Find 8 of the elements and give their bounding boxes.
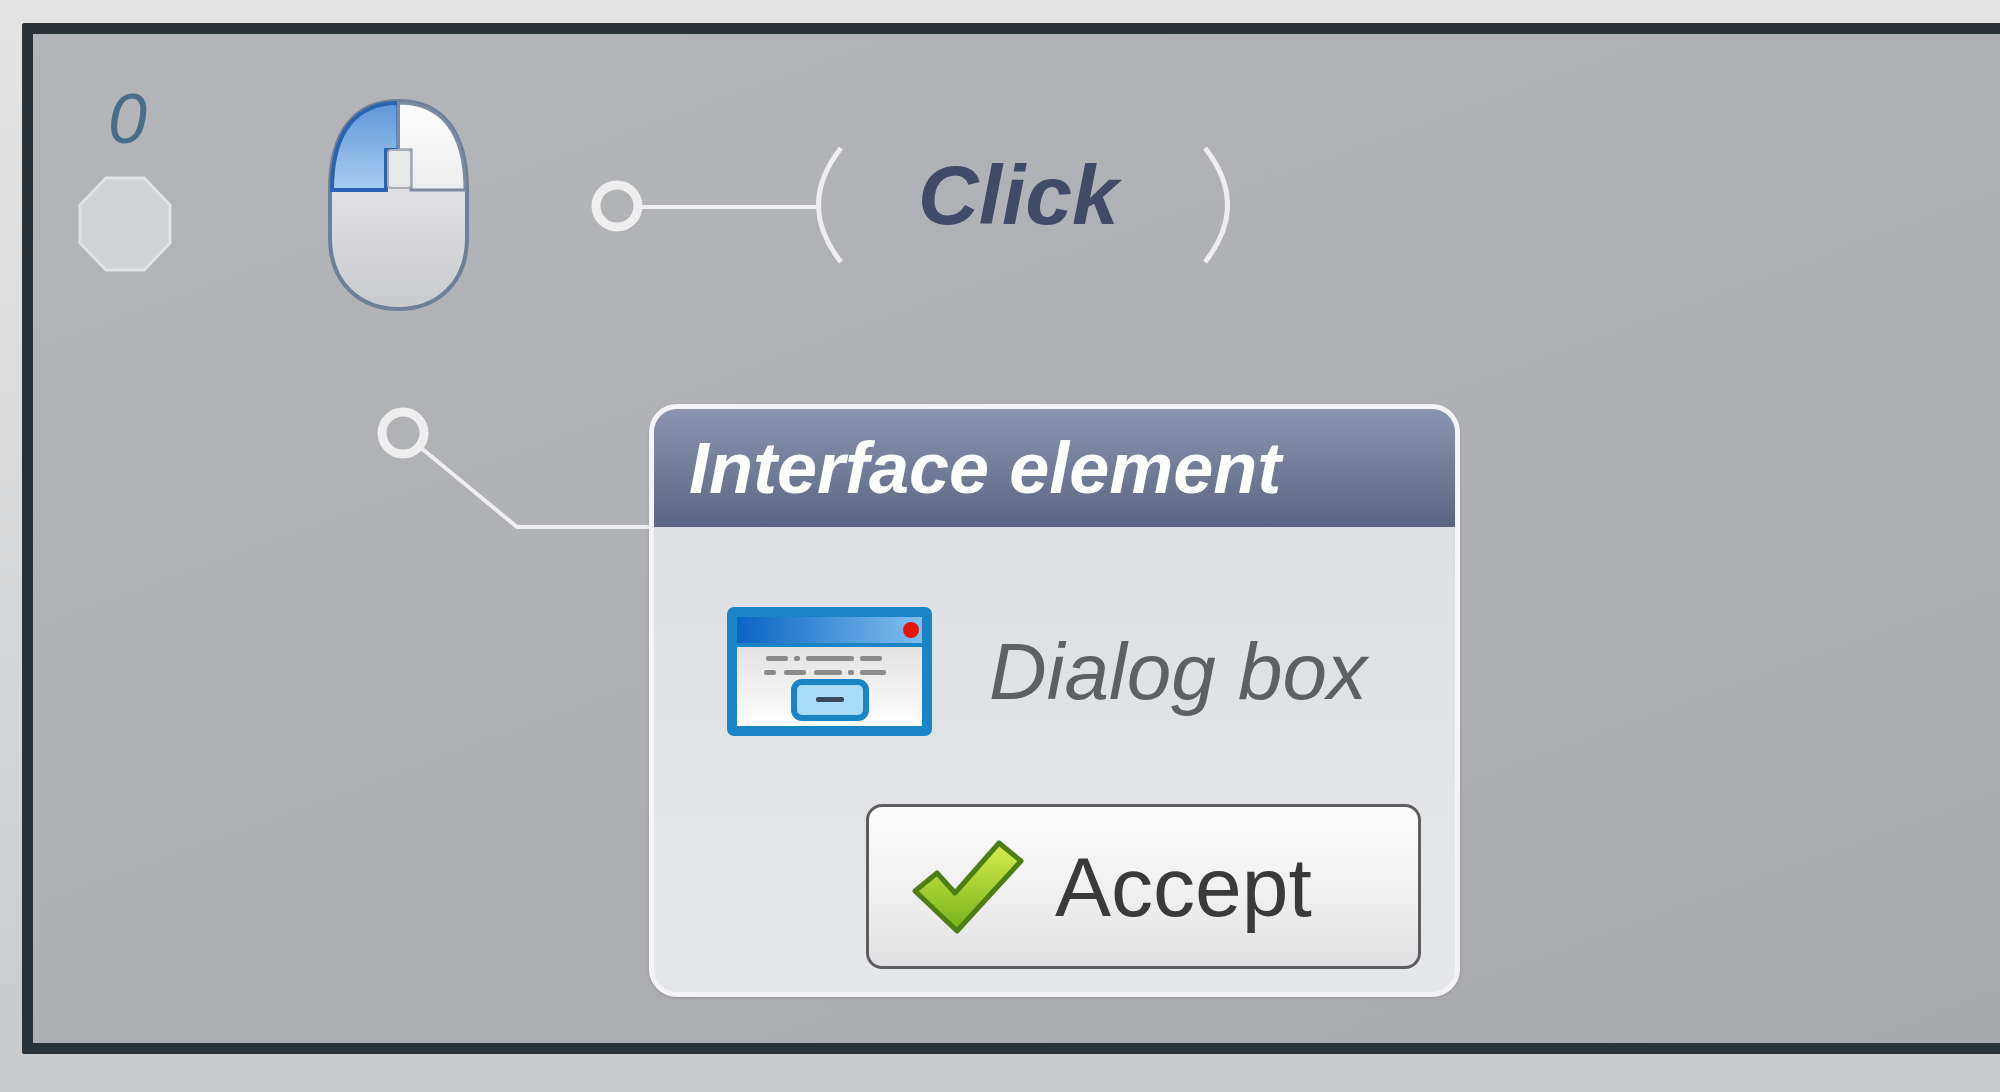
step-number: 0 [108,84,147,154]
bracket-icon [1202,145,1230,265]
bracket-icon [816,145,843,265]
octagon-icon [78,176,172,272]
card-title: Interface element [689,432,1282,504]
check-icon [911,838,1025,935]
accept-button[interactable]: Accept [866,804,1421,969]
dialog-window-icon [724,604,935,739]
